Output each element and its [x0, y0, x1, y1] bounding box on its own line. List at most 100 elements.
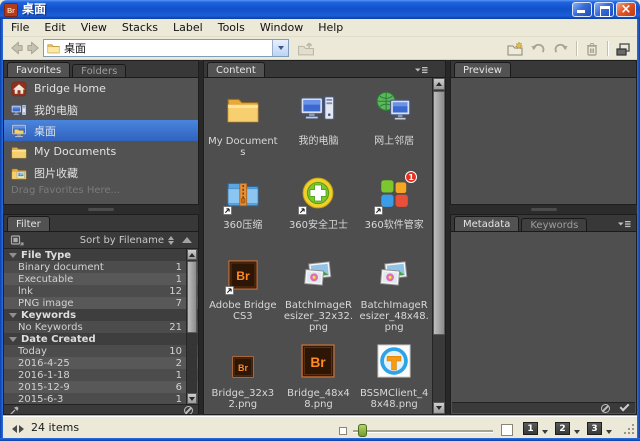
item-navigation-icon[interactable] — [12, 425, 24, 433]
content-item[interactable]: 360安全卫士 — [281, 162, 357, 246]
forward-button[interactable] — [25, 40, 42, 56]
workspace-caret-icon[interactable] — [542, 430, 548, 434]
menu-item-file[interactable]: File — [11, 19, 29, 37]
menu-item-edit[interactable]: Edit — [44, 19, 65, 37]
panel-menu-icon[interactable] — [616, 219, 632, 229]
maximize-button[interactable] — [594, 2, 614, 17]
apply-metadata-icon[interactable] — [620, 402, 630, 412]
content-item-thumbnail: 1 — [377, 162, 411, 214]
content-row: BrAdobe Bridge CS3BatchImageResizer_32x3… — [205, 246, 432, 338]
content-item[interactable]: BSSMClient_48x48.png — [356, 338, 432, 413]
content-item[interactable]: 我的电脑 — [281, 78, 357, 162]
thumbnail-slider-thumb[interactable] — [358, 424, 367, 437]
new-folder-button[interactable] — [507, 41, 523, 57]
filter-row[interactable]: Binary document1 — [4, 261, 198, 273]
content-grid: My Documents我的电脑网上邻居 360压缩360安全卫士1360软件管家… — [205, 78, 432, 413]
compact-mode-button[interactable] — [615, 41, 631, 57]
workspace-button-2[interactable]: 2 — [555, 422, 570, 435]
filter-group-header[interactable]: File Type — [4, 249, 198, 261]
filter-row[interactable]: Executable1 — [4, 273, 198, 285]
workspace-button-1[interactable]: 1 — [523, 422, 538, 435]
filter-row[interactable]: 2015-12-96 — [4, 381, 198, 393]
content-item[interactable]: 网上邻居 — [356, 78, 432, 162]
tab-content[interactable]: Content — [207, 62, 265, 77]
address-value: 桌面 — [64, 40, 268, 56]
menu-item-window[interactable]: Window — [260, 19, 303, 37]
scroll-up-button[interactable] — [433, 78, 445, 90]
content-item[interactable]: BrBridge_32x32.png — [205, 338, 281, 413]
left-splitter[interactable] — [3, 205, 199, 214]
scroll-down-button[interactable] — [433, 402, 445, 414]
favorites-item[interactable]: 我的电脑 — [4, 99, 198, 120]
content-item[interactable]: BrBridge_48x48.png — [281, 338, 357, 413]
content-item[interactable]: BatchImageResizer_32x32.png — [281, 246, 357, 338]
filter-row[interactable]: 2015-6-31 — [4, 393, 198, 404]
content-item[interactable]: My Documents — [205, 78, 281, 162]
smaller-thumbnails-icon[interactable] — [339, 427, 347, 435]
filter-row[interactable]: Today10 — [4, 345, 198, 357]
content-item[interactable]: BatchImageResizer_48x48.png — [356, 246, 432, 338]
keep-filter-pin-icon[interactable] — [9, 405, 20, 416]
right-splitter[interactable] — [450, 205, 637, 214]
rotate-right-button[interactable] — [553, 41, 569, 57]
larger-thumbnails-icon[interactable] — [501, 424, 513, 436]
rotate-left-button[interactable] — [530, 41, 546, 57]
filter-row[interactable]: PNG image7 — [4, 297, 198, 309]
up-one-level-button[interactable] — [296, 40, 316, 57]
content-item[interactable]: 360压缩 — [205, 162, 281, 246]
menu-item-view[interactable]: View — [81, 19, 107, 37]
tab-keywords[interactable]: Keywords — [521, 218, 587, 231]
sort-ascending-icon[interactable] — [182, 237, 192, 243]
sort-by-label[interactable]: Sort by Filename — [80, 235, 164, 246]
filter-group-header[interactable]: Keywords — [4, 309, 198, 321]
menu-item-help[interactable]: Help — [318, 19, 343, 37]
scrollbar-thumb[interactable] — [433, 91, 445, 335]
panel-menu-icon[interactable] — [413, 65, 429, 75]
menu-item-label[interactable]: Label — [173, 19, 203, 37]
filter-row-name: 2016-4-25 — [18, 358, 70, 369]
tab-metadata[interactable]: Metadata — [454, 216, 519, 231]
resize-grip[interactable] — [623, 423, 635, 435]
shortcut-overlay-icon — [374, 206, 383, 215]
thumbnail-size-slider[interactable] — [353, 430, 493, 432]
cancel-metadata-icon[interactable] — [601, 404, 610, 413]
address-combobox[interactable]: 桌面 — [43, 39, 289, 57]
menu-item-stacks[interactable]: Stacks — [122, 19, 158, 37]
close-button[interactable] — [616, 2, 636, 17]
content-item[interactable]: 1360软件管家 — [356, 162, 432, 246]
filter-scrollbar[interactable] — [186, 249, 197, 404]
favorites-item[interactable]: Bridge Home — [4, 78, 198, 99]
content-item[interactable]: BrAdobe Bridge CS3 — [205, 246, 281, 338]
filter-group-header[interactable]: Date Created — [4, 333, 198, 345]
filter-row-name: 2016-1-18 — [18, 370, 70, 381]
flatten-icon[interactable] — [10, 234, 24, 247]
tab-preview[interactable]: Preview — [454, 62, 511, 77]
workspace-caret-icon[interactable] — [606, 430, 612, 434]
sort-field-spinner[interactable] — [168, 236, 174, 245]
window-title: 桌面 — [22, 0, 568, 19]
workspace-caret-icon[interactable] — [574, 430, 580, 434]
favorites-item[interactable]: My Documents — [4, 141, 198, 162]
scroll-up-button[interactable] — [187, 249, 197, 260]
filter-row[interactable]: 2016-4-252 — [4, 357, 198, 369]
clear-filter-icon[interactable] — [184, 406, 193, 415]
content-scrollbar[interactable] — [432, 78, 445, 414]
title-bar[interactable]: Br 桌面 — [0, 0, 640, 19]
filter-row[interactable]: No Keywords21 — [4, 321, 198, 333]
minimize-button[interactable] — [572, 2, 592, 17]
scrollbar-thumb[interactable] — [187, 261, 197, 333]
favorites-item[interactable]: 图片收藏 — [4, 162, 198, 183]
workspace-button-3[interactable]: 3 — [587, 422, 602, 435]
filter-row[interactable]: 2016-1-181 — [4, 369, 198, 381]
tab-favorites[interactable]: Favorites — [7, 62, 70, 77]
scroll-down-button[interactable] — [187, 393, 197, 404]
delete-button[interactable] — [584, 41, 600, 57]
tab-filter[interactable]: Filter — [7, 216, 50, 231]
tab-folders[interactable]: Folders — [72, 64, 126, 77]
back-button[interactable] — [8, 40, 25, 56]
filter-row[interactable]: lnk12 — [4, 285, 198, 297]
menu-item-tools[interactable]: Tools — [218, 19, 245, 37]
favorites-item[interactable]: 桌面 — [4, 120, 198, 141]
address-dropdown-button[interactable] — [272, 40, 288, 56]
content-item-label: 网上邻居 — [374, 136, 414, 147]
